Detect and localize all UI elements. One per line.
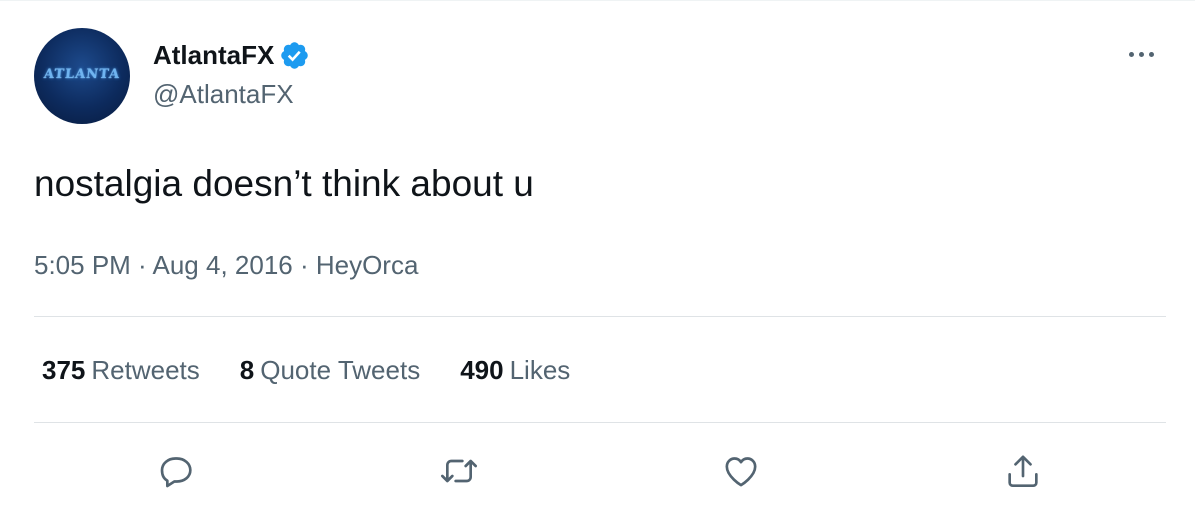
quote-tweets-count: 8 (239, 355, 255, 385)
like-button[interactable] (719, 449, 763, 493)
divider (34, 316, 1166, 317)
retweets-stat[interactable]: 375 Retweets (42, 355, 200, 386)
verified-badge-icon (281, 41, 309, 69)
quote-tweets-stat[interactable]: 8 Quote Tweets (240, 355, 420, 386)
likes-stat[interactable]: 490 Likes (460, 355, 570, 386)
tweet-stats: 375 Retweets 8 Quote Tweets 490 Likes (42, 355, 610, 386)
divider (34, 422, 1166, 423)
retweet-icon (441, 459, 477, 483)
author-handle[interactable]: @AtlantaFX (153, 79, 294, 110)
likes-label: Likes (509, 355, 571, 385)
avatar-logo-text: ATLANTA (43, 67, 121, 82)
retweet-button[interactable] (437, 449, 481, 493)
more-dot-icon (1138, 51, 1144, 57)
tweet-card: ATLANTA AtlantaFX @AtlantaFX nostalgia d… (0, 0, 1195, 513)
more-dot-icon (1148, 51, 1154, 57)
meta-separator: · (130, 250, 153, 280)
display-name[interactable]: AtlantaFX (153, 40, 274, 71)
retweets-count: 375 (42, 355, 86, 385)
author-name-row: AtlantaFX (153, 35, 310, 75)
tweet-text: nostalgia doesn’t think about u (34, 163, 534, 204)
more-dot-icon (1128, 51, 1134, 57)
more-options-button[interactable] (1118, 39, 1164, 69)
share-icon (1008, 455, 1038, 487)
tweet-date[interactable]: Aug 4, 2016 (153, 250, 293, 280)
reply-button[interactable] (155, 449, 199, 493)
meta-separator: · (292, 250, 316, 280)
retweets-label: Retweets (91, 355, 200, 385)
avatar[interactable]: ATLANTA (34, 28, 130, 124)
reply-icon (160, 457, 192, 488)
tweet-meta: 5:05 PM · Aug 4, 2016 · HeyOrca (34, 250, 418, 281)
share-button[interactable] (1001, 449, 1045, 493)
quote-tweets-label: Quote Tweets (260, 355, 421, 385)
tweet-source[interactable]: HeyOrca (316, 250, 419, 280)
likes-count: 490 (460, 355, 504, 385)
tweet-time[interactable]: 5:05 PM (34, 250, 131, 280)
heart-icon (725, 457, 757, 487)
